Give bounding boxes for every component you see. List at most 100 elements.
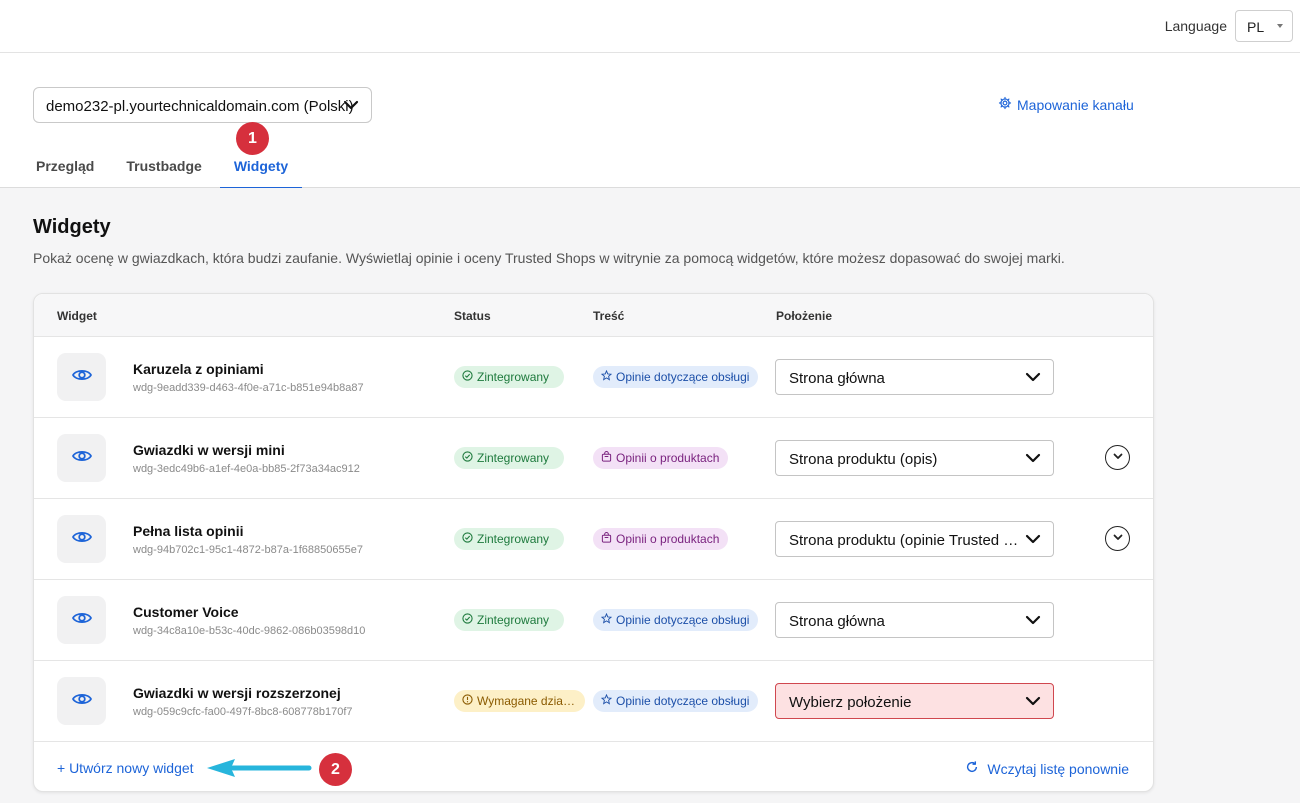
reload-label: Wczytaj listę ponownie	[987, 760, 1129, 777]
chevron-down-icon	[1025, 450, 1041, 471]
widgets-table: Widget Status Treść Położenie Karuzela z…	[33, 293, 1154, 792]
column-header-content: Treść	[593, 309, 625, 323]
caret-down-icon	[1277, 24, 1283, 28]
check-circle-icon	[462, 613, 473, 627]
preview-button[interactable]	[57, 515, 106, 563]
channel-mapping-label: Mapowanie kanału	[1017, 96, 1134, 113]
language-label: Language	[1164, 18, 1227, 34]
column-header-widget: Widget	[57, 309, 97, 323]
chevron-down-icon	[1025, 693, 1041, 714]
content-label: Opinii o produktach	[616, 451, 720, 465]
preview-button[interactable]	[57, 353, 106, 401]
widget-name: Customer Voice	[133, 604, 239, 620]
placement-select[interactable]: Strona główna	[775, 359, 1054, 395]
language-value: PL	[1247, 19, 1265, 35]
expand-row-button[interactable]	[1105, 445, 1130, 470]
create-widget-link[interactable]: + Utwórz nowy widget	[57, 760, 194, 776]
preview-button[interactable]	[57, 434, 106, 482]
eye-icon	[71, 368, 92, 387]
column-header-status: Status	[454, 309, 491, 323]
reload-list-link[interactable]: Wczytaj listę ponownie	[965, 760, 1129, 777]
placement-select[interactable]: Wybierz położenie	[775, 683, 1054, 719]
chevron-down-icon	[1112, 449, 1124, 467]
alert-circle-icon	[462, 694, 473, 708]
content-label: Opinie dotyczące obsługi	[616, 370, 750, 384]
page-title: Widgety	[33, 216, 111, 238]
widget-id: wdg-059c9cfc-fa00-497f-8bc8-608778b170f7	[133, 706, 353, 718]
content-label: Opinie dotyczące obsługi	[616, 694, 750, 708]
preview-button[interactable]	[57, 596, 106, 644]
star-icon	[600, 612, 613, 627]
placement-value: Strona główna	[789, 370, 885, 387]
widget-name: Gwiazdki w wersji mini	[133, 442, 285, 458]
status-badge: Zintegrowany	[454, 447, 564, 469]
check-circle-icon	[462, 370, 473, 384]
widget-name: Gwiazdki w wersji rozszerzonej	[133, 685, 341, 701]
widget-name: Karuzela z opiniami	[133, 361, 264, 377]
status-badge: Zintegrowany	[454, 528, 564, 550]
eye-icon	[71, 449, 92, 468]
table-row: Gwiazdki w wersji rozszerzonej wdg-059c9…	[34, 661, 1153, 742]
tab-trustbadge[interactable]: Trustbadge	[112, 148, 215, 188]
main-content: Widgety Pokaż ocenę w gwiazdkach, która …	[0, 188, 1300, 803]
star-icon	[600, 369, 613, 384]
shopping-bag-icon	[601, 532, 612, 546]
table-row: Karuzela z opiniami wdg-9eadd339-d463-4f…	[34, 337, 1153, 418]
shopping-bag-icon	[601, 451, 612, 465]
status-label: Wymagane działanie	[477, 694, 576, 708]
annotation-badge-2: 2	[319, 753, 352, 786]
chevron-down-icon	[1112, 530, 1124, 548]
status-label: Zintegrowany	[477, 451, 550, 465]
placement-select[interactable]: Strona główna	[775, 602, 1054, 638]
placement-value: Strona główna	[789, 613, 885, 630]
table-row: Pełna lista opinii wdg-94b702c1-95c1-487…	[34, 499, 1153, 580]
content-badge: Opinii o produktach	[593, 447, 729, 469]
content-badge: Opinie dotyczące obsługi	[593, 690, 759, 712]
content-badge: Opinie dotyczące obsługi	[593, 366, 759, 388]
language-select[interactable]: PL	[1235, 10, 1293, 42]
placement-select[interactable]: Strona produktu (opis)	[775, 440, 1054, 476]
content-badge: Opinii o produktach	[593, 528, 729, 550]
expand-row-button[interactable]	[1105, 526, 1130, 551]
content-badge: Opinie dotyczące obsługi	[593, 609, 759, 631]
domain-select[interactable]: demo232-pl.yourtechnicaldomain.com (Pols…	[33, 87, 372, 123]
star-icon	[600, 693, 613, 708]
table-footer: + Utwórz nowy widget Wczytaj listę ponow…	[34, 742, 1153, 792]
content-label: Opinie dotyczące obsługi	[616, 613, 750, 627]
placement-select[interactable]: Strona produktu (opinie Trusted Shops)	[775, 521, 1054, 557]
chevron-down-icon	[1025, 369, 1041, 390]
status-badge: Wymagane działanie	[454, 690, 585, 712]
check-circle-icon	[462, 451, 473, 465]
annotation-badge-1: 1	[236, 122, 269, 155]
widget-name: Pełna lista opinii	[133, 523, 244, 539]
top-bar: Language PL	[0, 0, 1300, 53]
refresh-icon	[965, 760, 979, 777]
column-header-placement: Położenie	[776, 309, 833, 323]
domain-value: demo232-pl.yourtechnicaldomain.com (Pols…	[46, 98, 354, 115]
table-row: Gwiazdki w wersji mini wdg-3edc49b6-a1ef…	[34, 418, 1153, 499]
widget-id: wdg-3edc49b6-a1ef-4e0a-bb85-2f73a34ac912	[133, 463, 360, 475]
preview-button[interactable]	[57, 677, 106, 725]
placement-value: Strona produktu (opis)	[789, 451, 938, 468]
channel-mapping-link[interactable]: Mapowanie kanału	[998, 96, 1134, 113]
tab-bar: Przegląd Trustbadge Widgety	[22, 148, 306, 189]
status-label: Zintegrowany	[477, 370, 550, 384]
content-label: Opinii o produktach	[616, 532, 720, 546]
eye-icon	[71, 530, 92, 549]
page-description: Pokaż ocenę w gwiazdkach, która budzi za…	[33, 250, 1065, 266]
eye-icon	[71, 692, 92, 711]
eye-icon	[71, 611, 92, 630]
tab-overview[interactable]: Przegląd	[22, 148, 108, 188]
widget-id: wdg-34c8a10e-b53c-40dc-9862-086b03598d10	[133, 625, 366, 637]
tab-widgets[interactable]: Widgety	[219, 148, 303, 189]
channel-header: demo232-pl.yourtechnicaldomain.com (Pols…	[0, 53, 1300, 189]
check-circle-icon	[462, 532, 473, 546]
status-label: Zintegrowany	[477, 613, 550, 627]
chevron-down-icon	[343, 97, 359, 118]
placement-value: Wybierz położenie	[789, 694, 912, 711]
widget-id: wdg-9eadd339-d463-4f0e-a71c-b851e94b8a87	[133, 382, 364, 394]
widget-id: wdg-94b702c1-95c1-4872-b87a-1f68850655e7	[133, 544, 363, 556]
chevron-down-icon	[1025, 612, 1041, 633]
gear-icon	[998, 96, 1012, 113]
table-header: Widget Status Treść Położenie	[34, 294, 1153, 337]
